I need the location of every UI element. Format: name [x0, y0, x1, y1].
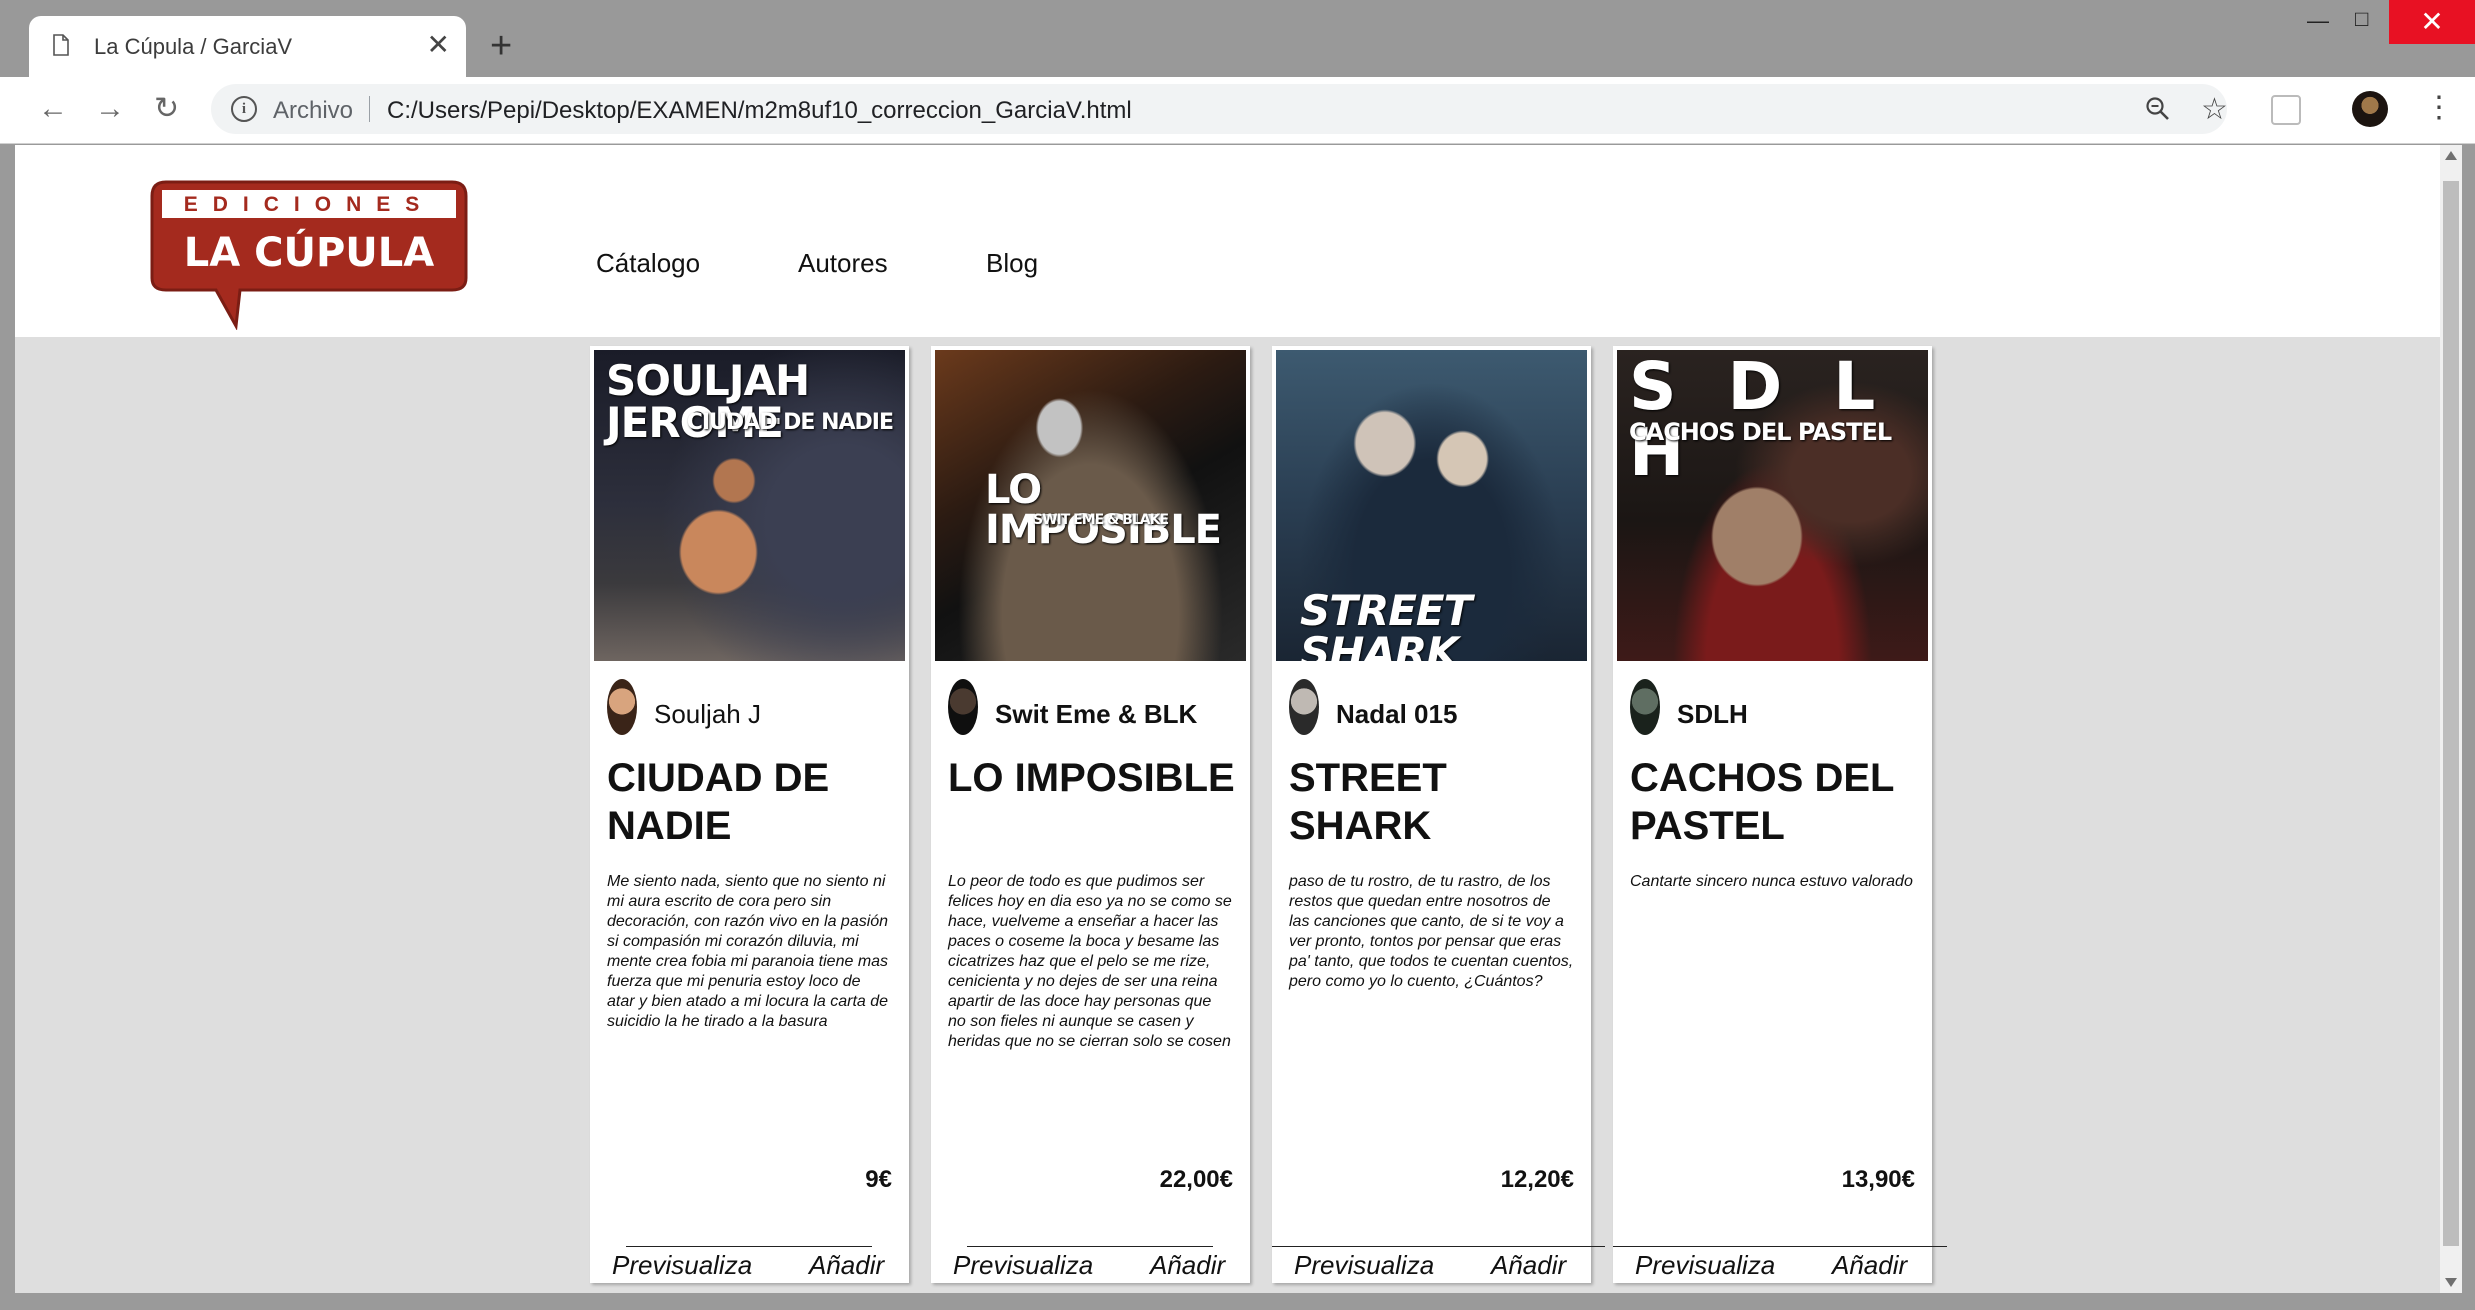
price: 9€: [865, 1166, 892, 1193]
avatar: [948, 679, 978, 735]
zoom-icon[interactable]: [2145, 96, 2171, 122]
page-icon: [53, 34, 69, 56]
new-tab-icon[interactable]: +: [490, 26, 512, 66]
close-tab-icon[interactable]: ✕: [427, 30, 450, 60]
url-text[interactable]: C:/Users/Pepi/Desktop/EXAMEN/m2m8uf10_co…: [387, 97, 1132, 125]
browser-tab[interactable]: La Cúpula / GarciaV ✕: [29, 16, 466, 77]
book-title: CIUDAD DE NADIE: [607, 756, 830, 848]
book-description: Me siento nada, siento que no siento ni …: [607, 873, 889, 1030]
info-icon[interactable]: i: [231, 96, 257, 122]
book-description: Cantarte sincero nunca estuvo valorado: [1630, 873, 1913, 890]
page-viewport: EDICIONES LA CÚPULA Cátalogo Autores Blo…: [15, 145, 2440, 1293]
author-name[interactable]: SDLH: [1677, 699, 1748, 730]
add-button[interactable]: Añadir: [1491, 1250, 1566, 1281]
nav-blog[interactable]: Blog: [986, 248, 1038, 279]
cover-subtitle: CIUDAD DE NADIE: [686, 410, 894, 435]
avatar: [607, 679, 637, 735]
product-card: STREET SHARK Nadal 015 STREET SHARK paso…: [1272, 346, 1605, 1283]
scroll-up-icon[interactable]: [2445, 151, 2457, 160]
preview-button[interactable]: Previsualiza: [612, 1250, 752, 1281]
back-icon[interactable]: ←: [38, 91, 68, 127]
forward-icon[interactable]: →: [95, 91, 125, 127]
cover-image[interactable]: LO IMPOSIBLE SWIT EME & BLAKE: [935, 350, 1246, 661]
book-title: STREET SHARK: [1289, 756, 1447, 848]
preview-button[interactable]: Previsualiza: [1635, 1250, 1775, 1281]
nav-catalogo[interactable]: Cátalogo: [596, 248, 700, 279]
browser-toolbar: ← → ↻ i Archivo C:/Users/Pepi/Desktop/EX…: [0, 77, 2475, 144]
add-button[interactable]: Añadir: [1150, 1250, 1225, 1281]
book-title: CACHOS DEL PASTEL: [1630, 756, 1894, 848]
profile-icon[interactable]: [2352, 91, 2388, 127]
price: 12,20€: [1500, 1166, 1574, 1193]
extension-icon[interactable]: [2271, 95, 2301, 125]
svg-text:LA CÚPULA: LA CÚPULA: [184, 228, 434, 276]
page-scrollbar[interactable]: [2440, 145, 2462, 1293]
price: 13,90€: [1841, 1166, 1915, 1193]
author-name[interactable]: Swit Eme & BLK: [995, 699, 1197, 730]
cover-subtitle: CACHOS DEL PASTEL: [1629, 418, 1892, 446]
svg-text:EDICIONES: EDICIONES: [184, 193, 435, 216]
scrollbar-thumb[interactable]: [2443, 181, 2459, 1246]
browser-titlebar: La Cúpula / GarciaV ✕ + — □ ✕: [0, 0, 2475, 77]
divider: [626, 1246, 872, 1247]
reload-icon[interactable]: ↻: [154, 91, 179, 127]
maximize-icon[interactable]: □: [2355, 6, 2368, 32]
preview-button[interactable]: Previsualiza: [953, 1250, 1093, 1281]
star-icon[interactable]: ☆: [2201, 92, 2228, 127]
author-name[interactable]: Souljah J: [654, 699, 761, 730]
cover-image[interactable]: STREET SHARK: [1276, 350, 1587, 661]
add-button[interactable]: Añadir: [1832, 1250, 1907, 1281]
cover-title: LO IMPOSIBLE: [985, 467, 1222, 553]
window-close-icon[interactable]: ✕: [2389, 0, 2475, 44]
cover-title: STREET SHARK: [1300, 586, 1472, 662]
divider: [1272, 1246, 1605, 1247]
divider: [967, 1246, 1213, 1247]
product-card: SOULJAH JEROME CIUDAD DE NADIE Souljah J…: [590, 346, 909, 1283]
divider: [1613, 1246, 1947, 1247]
product-card: LO IMPOSIBLE SWIT EME & BLAKE Swit Eme &…: [931, 346, 1250, 1283]
tab-title: La Cúpula / GarciaV: [94, 34, 293, 59]
author-name[interactable]: Nadal 015: [1336, 699, 1457, 730]
preview-button[interactable]: Previsualiza: [1294, 1250, 1434, 1281]
avatar: [1289, 679, 1319, 735]
price: 22,00€: [1159, 1166, 1233, 1193]
product-card: S D L H CACHOS DEL PASTEL SDLH CACHOS DE…: [1613, 346, 1947, 1283]
cover-subtitle: SWIT EME & BLAKE: [1033, 512, 1169, 528]
scroll-down-icon[interactable]: [2445, 1278, 2457, 1287]
cover-image[interactable]: S D L H CACHOS DEL PASTEL: [1617, 350, 1928, 661]
site-header: EDICIONES LA CÚPULA Cátalogo Autores Blo…: [15, 145, 2440, 337]
omnibox-separator: [369, 96, 370, 122]
scheme-label: Archivo: [273, 97, 354, 124]
address-bar[interactable]: i Archivo C:/Users/Pepi/Desktop/EXAMEN/m…: [211, 84, 2228, 134]
site-logo[interactable]: EDICIONES LA CÚPULA: [148, 178, 470, 330]
book-description: paso de tu rostro, de tu rastro, de los …: [1289, 873, 1574, 990]
cover-image[interactable]: SOULJAH JEROME CIUDAD DE NADIE: [594, 350, 905, 661]
avatar: [1630, 679, 1660, 735]
add-button[interactable]: Añadir: [809, 1250, 884, 1281]
book-description: Lo peor de todo es que pudimos ser felic…: [948, 873, 1232, 1050]
nav-autores[interactable]: Autores: [798, 248, 888, 279]
menu-icon[interactable]: ⋮: [2424, 91, 2454, 125]
minimize-icon[interactable]: —: [2307, 8, 2329, 34]
book-title: LO IMPOSIBLE: [948, 756, 1235, 800]
